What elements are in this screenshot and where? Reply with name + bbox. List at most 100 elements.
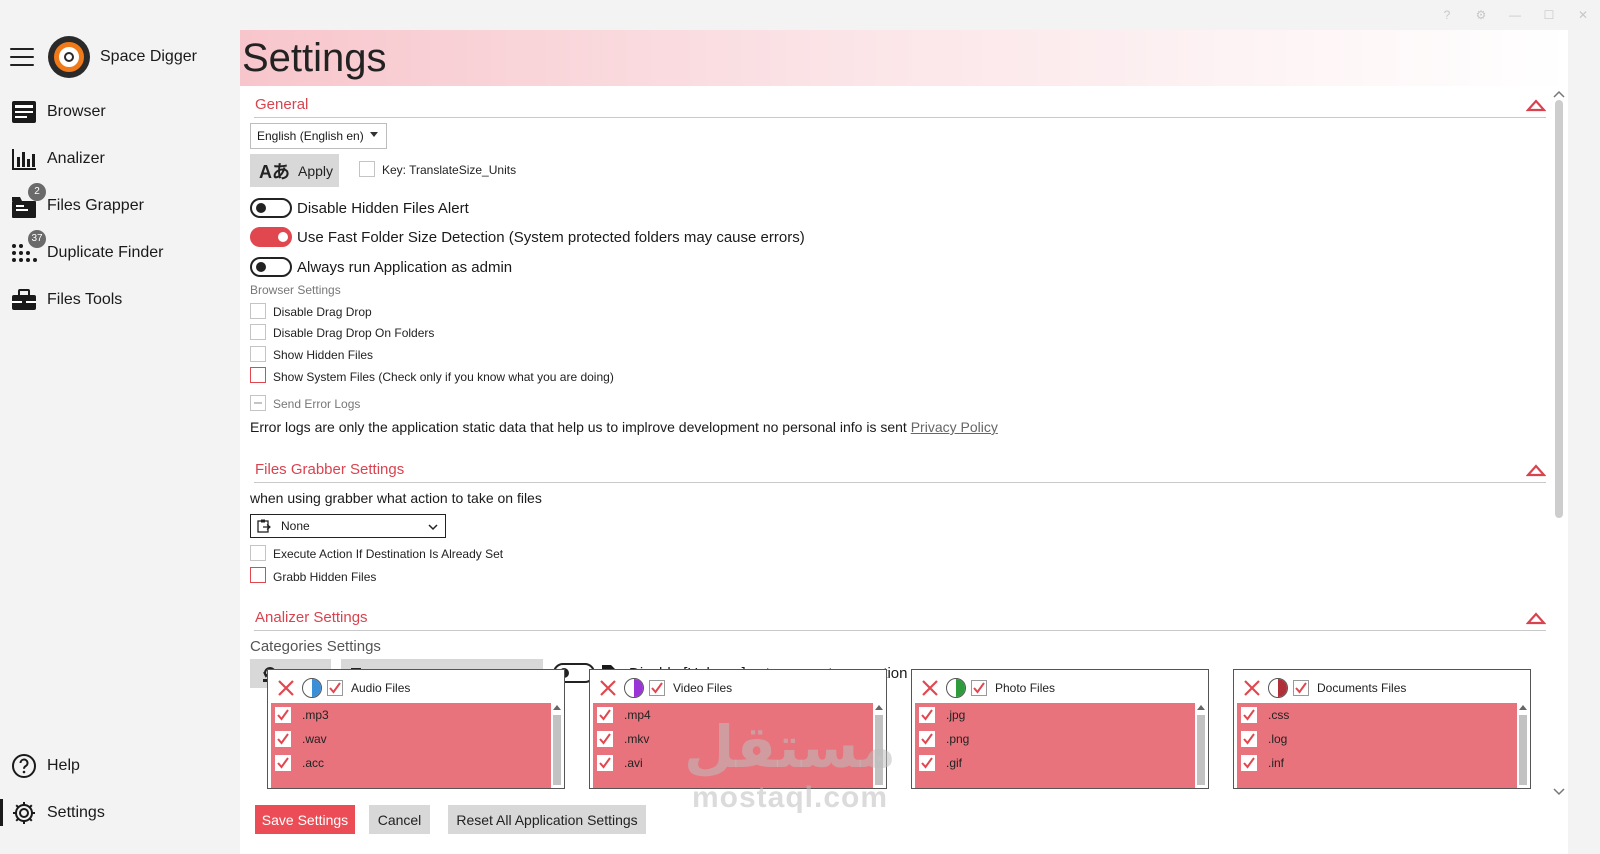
category-title: Photo Files — [995, 681, 1056, 695]
send-error-logs-checkbox[interactable] — [250, 395, 266, 411]
toggle-label: Always run Application as admin — [297, 259, 513, 276]
show-system-files-checkbox[interactable] — [250, 367, 266, 383]
collapse-up-icon[interactable] — [1526, 463, 1546, 477]
run-as-admin-toggle[interactable] — [250, 257, 292, 277]
category-enabled-checkbox[interactable] — [649, 680, 665, 696]
reset-all-settings-button[interactable]: Reset All Application Settings — [448, 805, 646, 834]
chart-icon — [10, 145, 38, 173]
minimize-icon[interactable]: — — [1498, 0, 1532, 30]
extension-checkbox[interactable] — [597, 731, 613, 747]
card-scrollbar[interactable] — [552, 703, 562, 788]
translate-icon: Aあ — [259, 161, 290, 182]
help-title-icon[interactable]: ? — [1430, 0, 1464, 30]
hamburger-menu-icon[interactable] — [10, 48, 34, 66]
extension-label: .avi — [624, 756, 643, 770]
fast-folder-size-toggle[interactable] — [250, 227, 292, 247]
list-item[interactable]: .mp3 — [271, 703, 551, 727]
privacy-policy-link[interactable]: Privacy Policy — [911, 419, 998, 435]
disable-drag-drop-checkbox[interactable] — [250, 303, 266, 319]
translate-key-checkbox[interactable] — [359, 161, 375, 177]
watermark-latin: mostaql.com — [691, 781, 889, 814]
delete-category-icon[interactable] — [276, 678, 296, 698]
extension-label: .jpg — [946, 708, 966, 722]
settings-title-icon[interactable]: ⚙ — [1464, 0, 1498, 30]
card-scrollbar[interactable] — [1518, 703, 1528, 788]
list-item[interactable]: .inf — [1237, 751, 1517, 775]
maximize-icon[interactable]: ☐ — [1532, 0, 1566, 30]
list-item[interactable]: .png — [915, 727, 1195, 751]
list-item[interactable]: .log — [1237, 727, 1517, 751]
extension-checkbox[interactable] — [919, 755, 935, 771]
extension-checkbox[interactable] — [275, 731, 291, 747]
list-item[interactable]: .jpg — [915, 703, 1195, 727]
list-item[interactable]: .acc — [271, 751, 551, 775]
delete-category-icon[interactable] — [1242, 678, 1262, 698]
list-item[interactable]: .css — [1237, 703, 1517, 727]
save-settings-button[interactable]: Save Settings — [255, 805, 355, 834]
sidebar-item-browser[interactable]: Browser — [0, 88, 240, 135]
category-enabled-checkbox[interactable] — [327, 680, 343, 696]
execute-action-checkbox[interactable] — [250, 545, 266, 561]
collapse-up-icon[interactable] — [1526, 611, 1546, 625]
grabber-action-dropdown[interactable]: None — [250, 514, 446, 538]
section-analizer-header[interactable]: Analizer Settings — [254, 607, 1546, 631]
scroll-up-icon[interactable] — [1552, 90, 1566, 98]
color-drop-icon[interactable] — [1268, 678, 1288, 698]
extension-label: .css — [1268, 708, 1290, 722]
extension-checkbox[interactable] — [1241, 731, 1257, 747]
language-dropdown[interactable]: English (English en) — [250, 123, 387, 149]
color-drop-icon[interactable] — [946, 678, 966, 698]
extension-checkbox[interactable] — [275, 755, 291, 771]
delete-category-icon[interactable] — [920, 678, 940, 698]
checkbox-label: Execute Action If Destination Is Already… — [273, 547, 504, 561]
cancel-button[interactable]: Cancel — [369, 805, 430, 834]
grabb-hidden-files-checkbox[interactable] — [250, 567, 266, 583]
scroll-down-icon[interactable] — [1552, 788, 1566, 796]
sidebar-item-files-grapper[interactable]: 2 Files Grapper — [0, 182, 240, 229]
toolbox-icon — [10, 286, 38, 314]
window-controls: ? ⚙ — ☐ ✕ — [1430, 0, 1600, 30]
list-item[interactable]: .gif — [915, 751, 1195, 775]
notification-badge: 37 — [28, 229, 46, 248]
collapse-up-icon[interactable] — [1526, 98, 1546, 112]
disable-drag-drop-folders-checkbox[interactable] — [250, 324, 266, 340]
extension-checkbox[interactable] — [919, 731, 935, 747]
main-scrollbar[interactable] — [1552, 90, 1566, 796]
card-scrollbar[interactable] — [1196, 703, 1206, 788]
extension-checkbox[interactable] — [1241, 707, 1257, 723]
sidebar-item-duplicate-finder[interactable]: 37 Duplicate Finder — [0, 229, 240, 276]
list-item[interactable]: .wav — [271, 727, 551, 751]
category-title: Documents Files — [1317, 681, 1407, 695]
sidebar-item-analizer[interactable]: Analizer — [0, 135, 240, 182]
sidebar-item-settings[interactable]: Settings — [0, 789, 240, 836]
chevron-down-icon — [428, 524, 438, 531]
sidebar-item-help[interactable]: Help — [0, 742, 240, 789]
watermark-arabic: مستقل — [683, 715, 897, 780]
active-indicator — [0, 799, 3, 826]
apply-label: Apply — [298, 162, 334, 179]
color-drop-icon[interactable] — [302, 678, 322, 698]
sidebar-item-files-tools[interactable]: Files Tools — [0, 276, 240, 323]
extension-checkbox[interactable] — [275, 707, 291, 723]
show-hidden-files-checkbox[interactable] — [250, 346, 266, 362]
sidebar-item-label: Settings — [47, 803, 105, 821]
close-icon[interactable]: ✕ — [1566, 0, 1600, 30]
apply-language-button[interactable]: Aあ Apply — [250, 154, 339, 187]
extension-checkbox[interactable] — [597, 755, 613, 771]
extension-checkbox[interactable] — [1241, 755, 1257, 771]
extension-checkbox[interactable] — [597, 707, 613, 723]
title-area: Settings — [240, 30, 1568, 86]
disable-hidden-files-alert-toggle[interactable] — [250, 198, 292, 218]
extension-checkbox[interactable] — [919, 707, 935, 723]
error-logs-description: Error logs are only the application stat… — [250, 419, 998, 435]
category-enabled-checkbox[interactable] — [971, 680, 987, 696]
files-icon: 2 — [10, 182, 46, 220]
delete-category-icon[interactable] — [598, 678, 618, 698]
extension-list: .css .log .inf — [1237, 703, 1517, 788]
section-grabber-header[interactable]: Files Grabber Settings — [254, 459, 1546, 483]
clipboard-icon — [257, 519, 271, 533]
section-general-header[interactable]: General — [254, 94, 1546, 118]
color-drop-icon[interactable] — [624, 678, 644, 698]
checkbox-label: Grabb Hidden Files — [273, 570, 377, 584]
category-enabled-checkbox[interactable] — [1293, 680, 1309, 696]
